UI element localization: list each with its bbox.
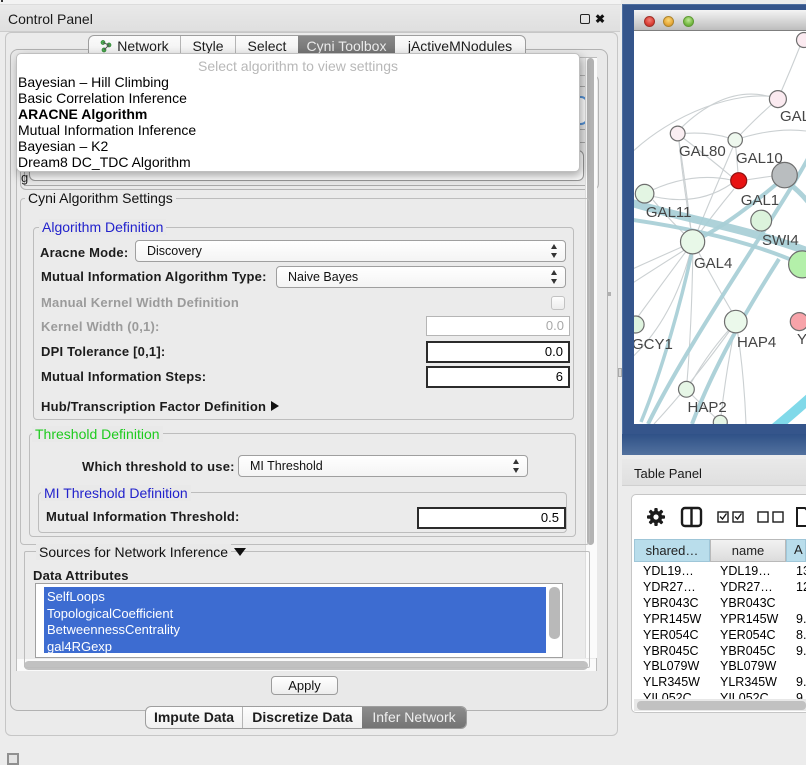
svg-text:HAP2: HAP2 xyxy=(688,399,727,416)
svg-text:HAP4: HAP4 xyxy=(737,334,776,351)
svg-text:GAL2: GAL2 xyxy=(780,108,806,125)
svg-text:GCY1: GCY1 xyxy=(634,336,673,353)
svg-text:GAL1: GAL1 xyxy=(741,192,779,209)
svg-text:GAL80: GAL80 xyxy=(679,143,726,160)
svg-text:Y: Y xyxy=(797,331,806,348)
svg-text:GAL11: GAL11 xyxy=(646,204,692,221)
svg-text:SWI4: SWI4 xyxy=(762,232,799,249)
svg-text:GAL4: GAL4 xyxy=(694,255,732,272)
svg-text:GAL10: GAL10 xyxy=(736,150,783,167)
